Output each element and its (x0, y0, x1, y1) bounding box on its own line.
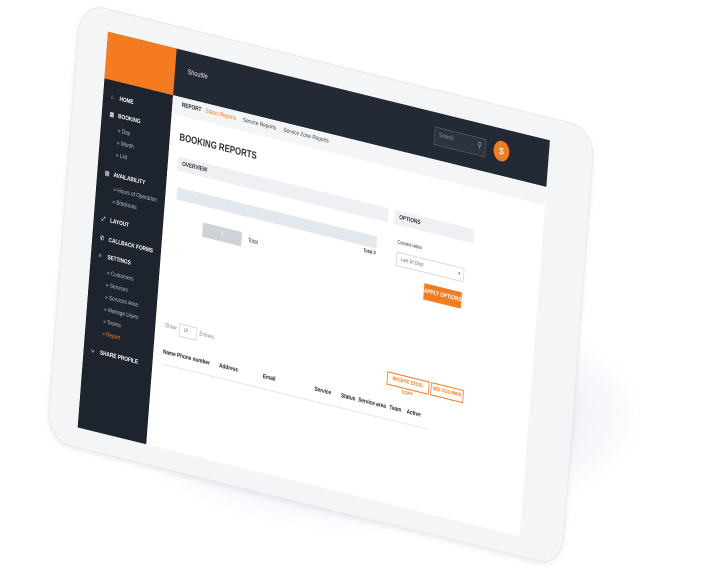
date-range-select[interactable]: Last 30 Days ▾ (395, 251, 465, 283)
tablet-device: Shouttle Search ⚲ S ⌂ HOME ▦ BOOKING » Day… (46, 2, 619, 568)
column-header-status[interactable]: Status (341, 393, 356, 403)
search-input[interactable]: Search ⚲ (433, 126, 487, 158)
column-header-service-area[interactable]: Service area (358, 397, 386, 410)
see-columns-button[interactable]: SEE COLUMNS (430, 382, 464, 404)
sidebar-item-callback-forms[interactable]: ✆ CALLBACK FORMS (100, 235, 153, 255)
sidebar-item-label: BOOKING (117, 113, 141, 126)
overview-count-badge: 0 (202, 222, 243, 247)
sidebar-item-label: SHARE PROFILE (99, 350, 139, 366)
sidebar-subitem-blackouts[interactable]: » Blackouts (112, 199, 137, 211)
export-excel-button[interactable]: RECEIVE EXCEL COPY (386, 371, 430, 398)
sidebar-item-settings[interactable]: ≡ SETTINGS (98, 253, 131, 267)
sidebar-item-label: HOME (119, 96, 134, 107)
options-header: OPTIONS (393, 209, 475, 244)
breadcrumb-report[interactable]: REPORT (182, 103, 202, 114)
column-header-team[interactable]: Team (389, 405, 401, 414)
sidebar-subitem-teams[interactable]: » Teams (103, 319, 121, 329)
page-title: BOOKING REPORTS (178, 132, 258, 163)
search-placeholder: Search (438, 132, 455, 143)
sidebar-subitem-manage-users[interactable]: » Manage Users (104, 307, 139, 322)
sidebar-item-home[interactable]: ⌂ HOME (111, 94, 134, 106)
show-label: Show (164, 322, 177, 332)
entries-select[interactable]: 10 (178, 323, 198, 341)
apply-options-button[interactable]: APPLY OPTIONS (423, 283, 462, 309)
tab-service-reports[interactable]: Service Reports (243, 118, 277, 132)
layout-icon: ⤢ (101, 216, 106, 224)
sidebar-subitem-customers[interactable]: » Customers (107, 270, 134, 283)
share-icon: ⤷ (91, 348, 95, 355)
sidebar-subitem-services-area[interactable]: » Services Area (105, 295, 138, 309)
avatar[interactable]: S (492, 139, 511, 164)
calendar-icon: ▦ (109, 111, 115, 119)
sidebar-item-label: SETTINGS (107, 254, 131, 267)
overview-total-text: Total (247, 237, 258, 247)
chevron-down-icon: ▾ (457, 270, 461, 278)
sidebar-item-share-profile[interactable]: ⤷ SHARE PROFILE (91, 348, 138, 367)
column-header-name[interactable]: Name (163, 349, 176, 358)
column-header-email[interactable]: Email (263, 374, 276, 383)
sidebar-item-label: AVAILABILITY (113, 172, 146, 187)
entries-label: Entries (199, 331, 215, 341)
sidebar-item-booking[interactable]: ▦ BOOKING (109, 111, 141, 126)
phone-icon: ✆ (99, 235, 105, 243)
sidebar-item-layout[interactable]: ⤢ LAYOUT (101, 216, 129, 230)
calendar-check-icon: ▤ (104, 170, 110, 178)
sidebar-subitem-report[interactable]: » Report (102, 331, 120, 342)
column-header-address[interactable]: Address (219, 363, 238, 374)
overview-progress-bar (176, 187, 378, 249)
tab-status-reports[interactable]: Status Reports (205, 108, 236, 122)
date-range-value: Last 30 Days (400, 256, 424, 269)
sidebar-subitem-day[interactable]: » Day (118, 128, 131, 137)
sidebar-subitem-month[interactable]: » Month (117, 140, 134, 150)
app-screen: Shouttle Search ⚲ S ⌂ HOME ▦ BOOKING » Day… (77, 31, 551, 537)
sliders-icon: ≡ (98, 252, 102, 260)
created-within-label: Created within (397, 239, 423, 252)
column-header-active[interactable]: Active (406, 409, 421, 419)
sidebar-subitem-services[interactable]: » Services (106, 282, 128, 293)
sidebar-item-label: LAYOUT (109, 218, 130, 230)
sidebar-item-label: CALLBACK FORMS (108, 237, 154, 255)
overview-total-label: Total 0 (363, 247, 376, 257)
sidebar-subitem-list[interactable]: » List (116, 153, 128, 162)
search-icon[interactable]: ⚲ (477, 140, 482, 150)
sidebar-item-availability[interactable]: ▤ AVAILABILITY (105, 170, 146, 187)
column-header-service[interactable]: Service (314, 386, 331, 396)
brand-name: Shouttle (187, 68, 208, 81)
entries-select-value: 10 (183, 327, 189, 335)
home-icon: ⌂ (110, 94, 114, 102)
column-header-phone[interactable]: Phone number (177, 353, 210, 367)
